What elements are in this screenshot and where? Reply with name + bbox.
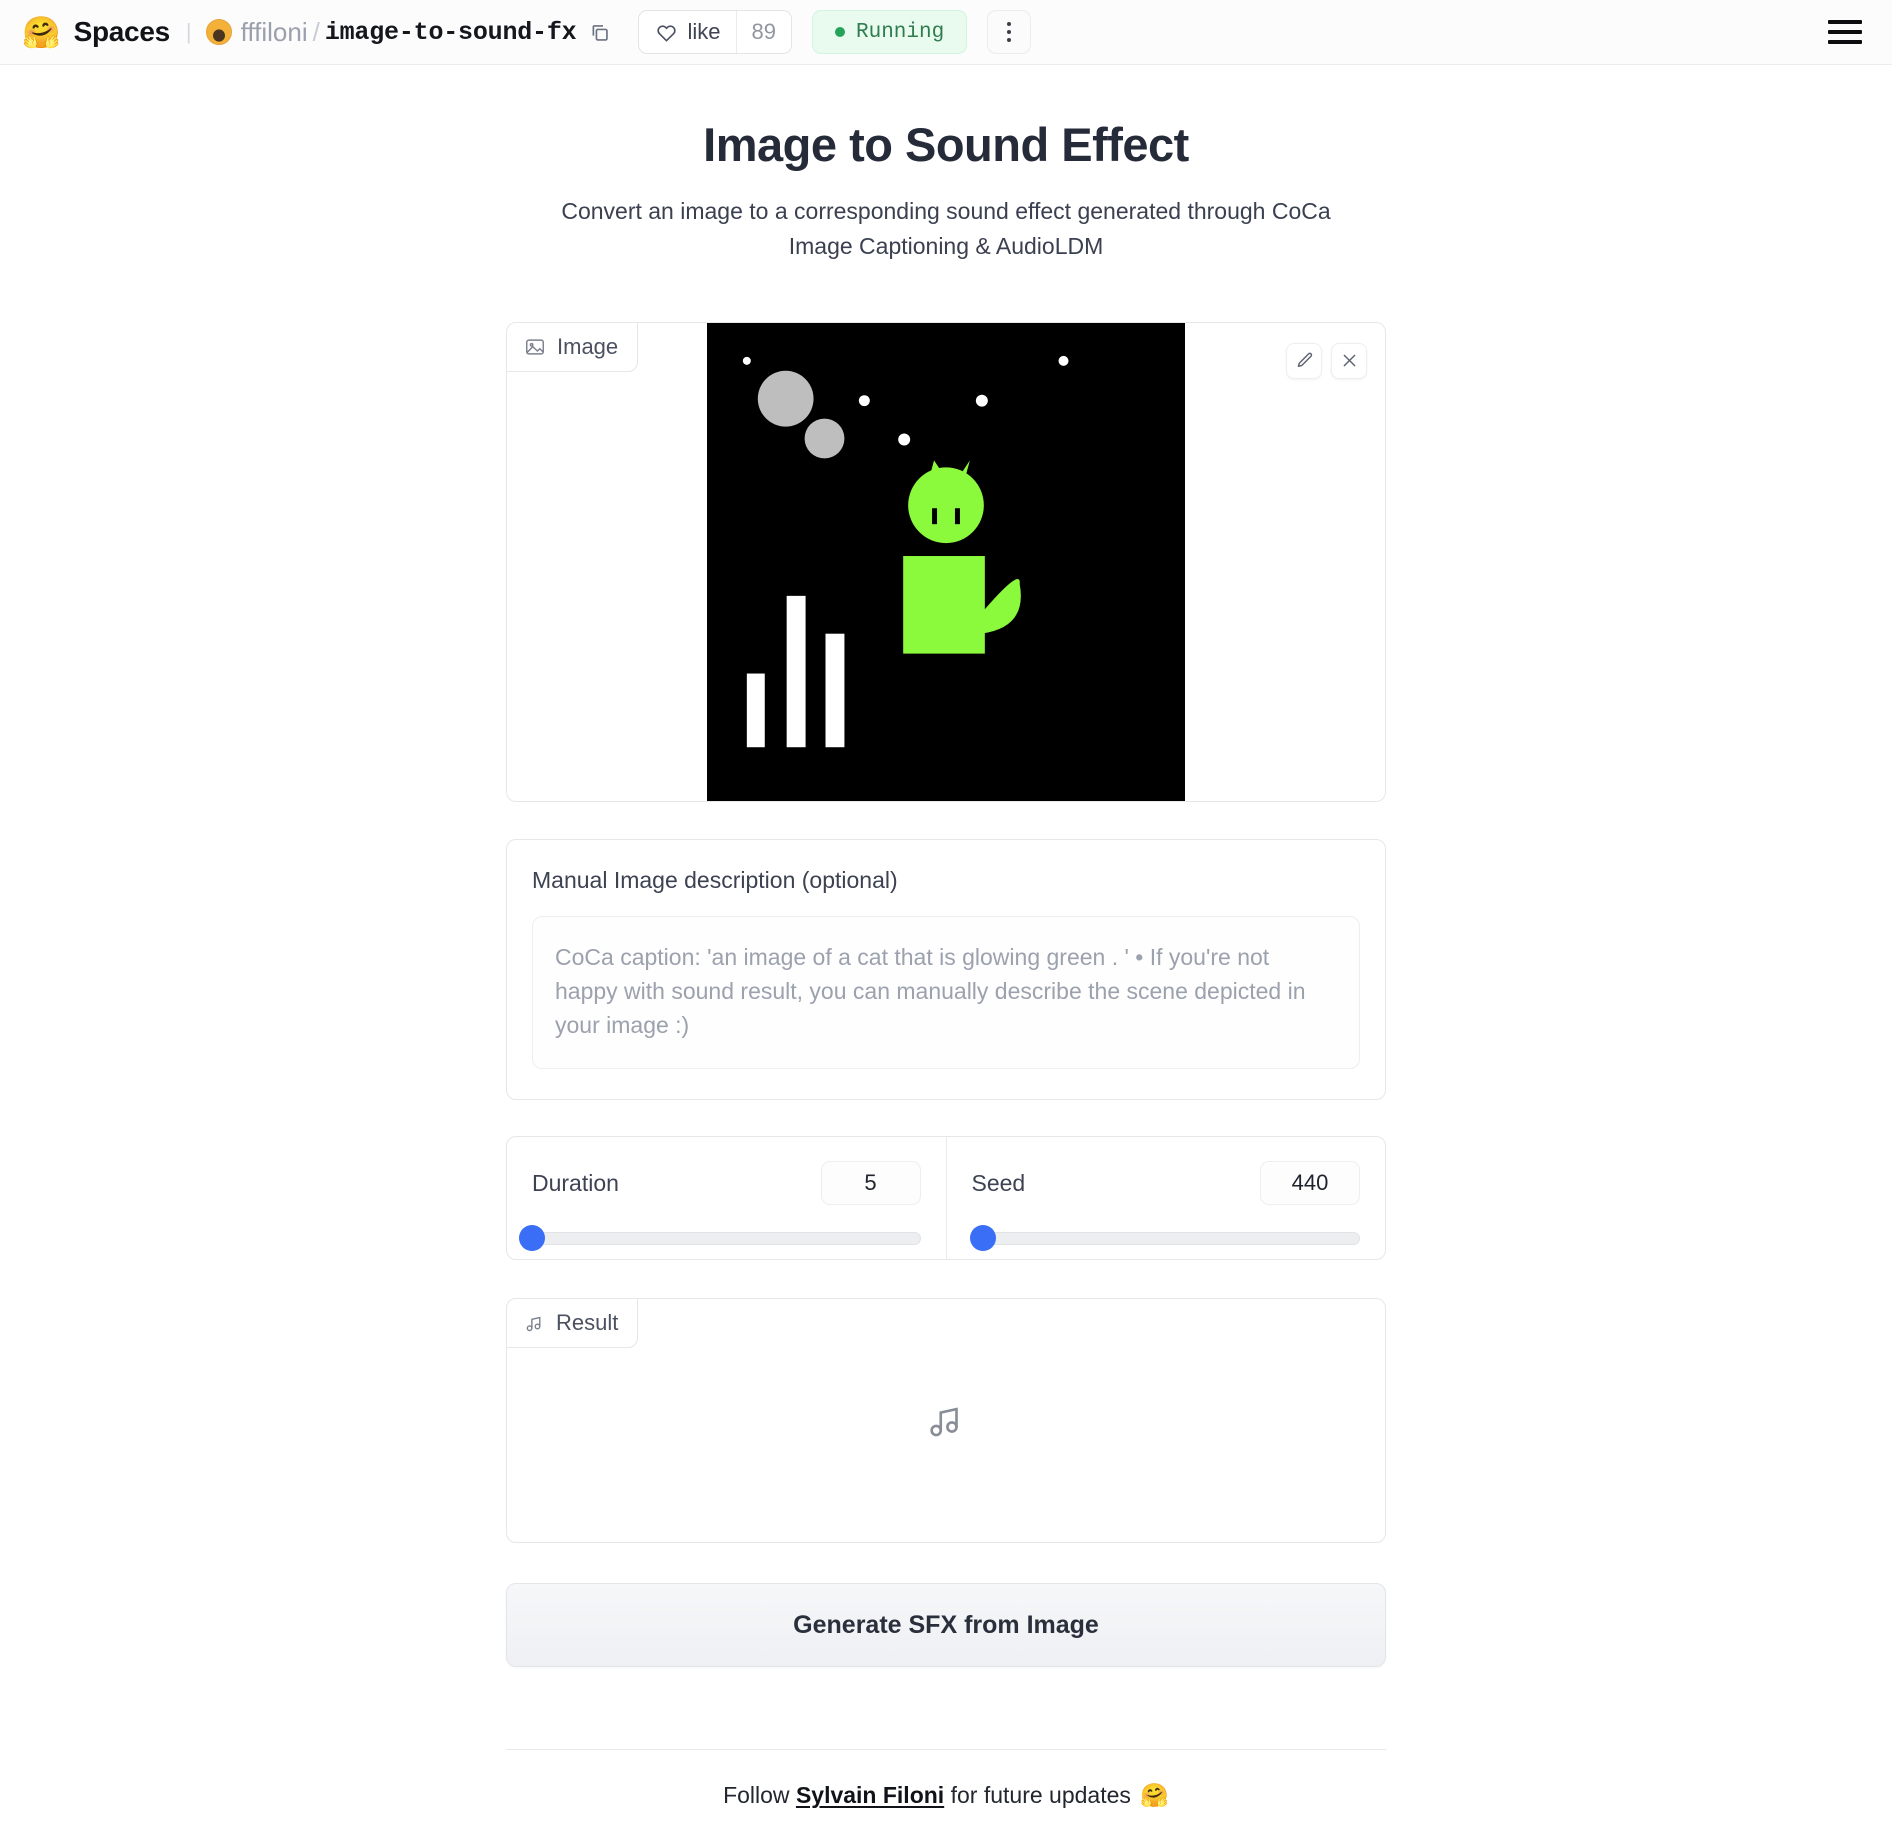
image-upload-panel[interactable]: Image (506, 321, 1386, 802)
generate-sfx-button[interactable]: Generate SFX from Image (506, 1583, 1386, 1668)
image-panel-tab: Image (507, 322, 639, 372)
status-dot-icon (834, 27, 845, 37)
seed-number-input[interactable]: 440 (1260, 1161, 1360, 1206)
duration-slider[interactable] (519, 1225, 921, 1252)
result-panel: Result (506, 1298, 1386, 1544)
duration-control[interactable]: Duration 5 (507, 1137, 946, 1259)
result-panel-tab-label: Result (556, 1310, 619, 1336)
page-title: Image to Sound Effect (703, 118, 1189, 171)
seed-slider-thumb[interactable] (970, 1225, 997, 1252)
status-label: Running (855, 20, 945, 44)
pencil-icon (1297, 353, 1312, 368)
clear-image-button[interactable] (1331, 342, 1367, 379)
parameters-panel: Duration 5 Seed 440 (506, 1136, 1386, 1261)
like-button[interactable]: like (639, 11, 735, 53)
uploaded-image-artwork (707, 322, 1185, 801)
duration-slider-track (532, 1232, 921, 1246)
copy-icon[interactable] (589, 22, 610, 43)
space-name-title[interactable]: image-to-sound-fx (325, 18, 577, 47)
duration-number-input[interactable]: 5 (820, 1161, 921, 1206)
owner-name-link[interactable]: fffiloni (241, 17, 308, 48)
manual-description-input[interactable]: CoCa caption: 'an image of a cat that is… (532, 915, 1360, 1070)
more-vertical-icon (1007, 22, 1012, 26)
hamburger-menu-icon (1828, 30, 1862, 34)
result-empty-state (507, 1299, 1385, 1542)
seed-label: Seed (971, 1169, 1026, 1196)
manual-description-placeholder: CoCa caption: 'an image of a cat that is… (555, 943, 1306, 1038)
more-options-button[interactable] (987, 10, 1032, 54)
content-wrapper: Image to Sound Effect Convert an image t… (506, 117, 1386, 1809)
manual-description-label: Manual Image description (optional) (532, 866, 898, 893)
top-navigation-bar: 🤗 Spaces | fffiloni / image-to-sound-fx … (0, 0, 1892, 65)
hamburger-menu-icon (1828, 20, 1862, 24)
manual-description-panel: Manual Image description (optional) CoCa… (506, 838, 1386, 1101)
like-button-group[interactable]: like 89 (638, 10, 792, 54)
seed-slider[interactable] (970, 1225, 1360, 1252)
page-body: Image to Sound Effect Convert an image t… (0, 65, 1892, 1809)
like-label: like (687, 19, 721, 44)
more-vertical-icon (1007, 38, 1012, 42)
breadcrumb-separator: | (185, 19, 192, 44)
page-subtitle: Convert an image to a corresponding soun… (531, 194, 1361, 264)
image-preview-stage[interactable] (507, 322, 1385, 801)
status-badge: Running (811, 10, 968, 54)
image-icon (526, 339, 544, 355)
edit-image-button[interactable] (1286, 342, 1322, 379)
subtitle-line-1: Convert an image to a corresponding soun… (561, 198, 1331, 224)
hugging-face-logo-icon: 🤗 (22, 14, 61, 50)
path-slash: / (312, 16, 320, 47)
more-vertical-icon (1007, 30, 1012, 34)
image-panel-tab-label: Image (557, 333, 619, 359)
footer-suffix: for future updates (944, 1782, 1138, 1809)
like-count: 89 (735, 11, 791, 53)
close-icon (1343, 355, 1355, 367)
duration-slider-thumb[interactable] (519, 1225, 545, 1252)
hamburger-menu-button[interactable] (1822, 14, 1868, 50)
footer-text: Follow Sylvain Filoni for future updates… (506, 1750, 1386, 1809)
brand-label[interactable]: Spaces (74, 16, 171, 48)
subtitle-line-2: Image Captioning & AudioLDM (788, 232, 1104, 259)
hugging-face-emoji-icon: 🤗 (1140, 1782, 1169, 1809)
owner-avatar[interactable] (205, 19, 232, 45)
duration-header: Duration 5 (532, 1161, 921, 1206)
music-note-icon (930, 1407, 958, 1437)
seed-control[interactable]: Seed 440 (945, 1137, 1386, 1260)
hamburger-menu-icon (1828, 40, 1862, 44)
sylvain-filoni-link[interactable]: Sylvain Filoni (796, 1782, 944, 1808)
seed-header: Seed 440 (971, 1161, 1360, 1206)
music-note-icon (526, 1316, 541, 1331)
footer-prefix: Follow (723, 1782, 796, 1809)
seed-slider-track (971, 1232, 1360, 1246)
heart-icon (657, 24, 677, 42)
result-panel-tab: Result (506, 1298, 639, 1349)
image-action-buttons[interactable] (1286, 342, 1367, 379)
duration-label: Duration (532, 1169, 619, 1196)
